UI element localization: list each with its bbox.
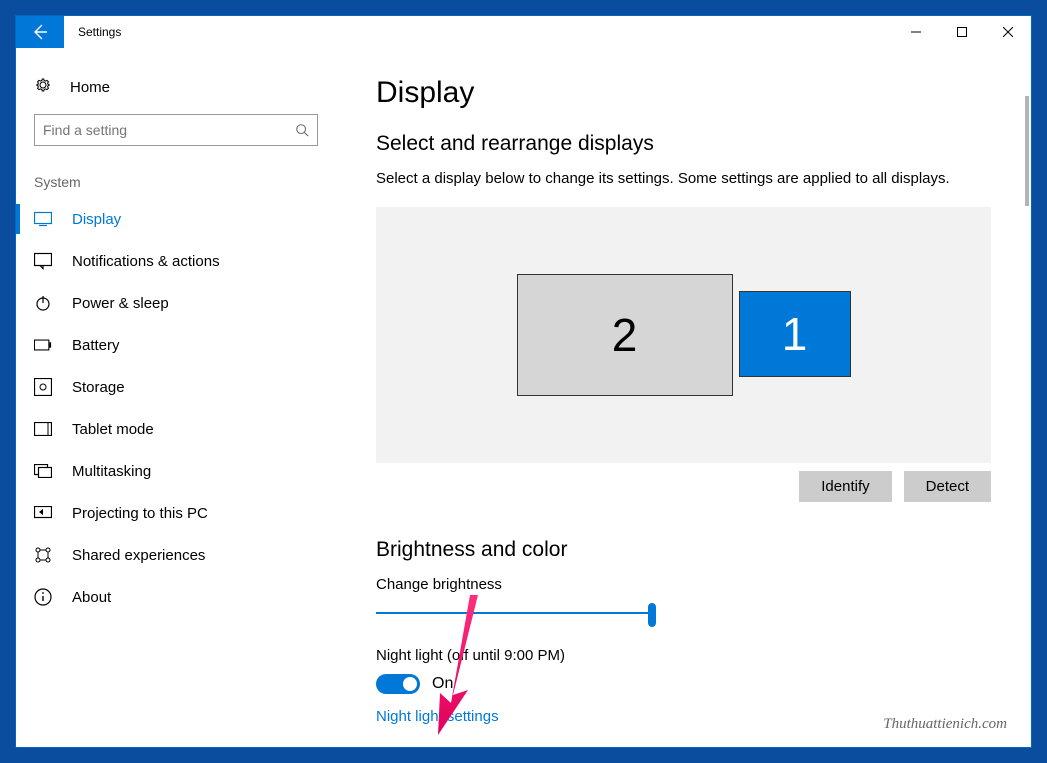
minimize-button[interactable] [893, 16, 939, 48]
multitasking-icon [34, 462, 52, 480]
sidebar-item-tablet[interactable]: Tablet mode [16, 408, 336, 450]
shared-icon [34, 546, 52, 564]
maximize-icon [957, 27, 967, 37]
search-icon [295, 123, 309, 137]
sidebar-item-battery[interactable]: Battery [16, 324, 336, 366]
titlebar: Settings [16, 16, 1031, 48]
sidebar-item-label: Projecting to this PC [72, 505, 208, 522]
sidebar-section-label: System [16, 164, 336, 198]
window-title: Settings [64, 16, 893, 48]
about-icon [34, 588, 52, 606]
display-arrange-area[interactable]: 2 1 [376, 207, 991, 463]
notifications-icon [34, 252, 52, 270]
sidebar-item-shared[interactable]: Shared experiences [16, 534, 336, 576]
sidebar-item-multitasking[interactable]: Multitasking [16, 450, 336, 492]
home-nav[interactable]: Home [16, 66, 336, 108]
search-input[interactable] [43, 122, 295, 138]
sidebar-item-power[interactable]: Power & sleep [16, 282, 336, 324]
page-title: Display [376, 76, 991, 110]
sidebar-item-label: About [72, 589, 111, 606]
storage-icon [34, 378, 52, 396]
toggle-state-label: On [432, 675, 453, 693]
back-button[interactable] [16, 16, 64, 48]
night-light-settings-link[interactable]: Night light settings [376, 708, 499, 725]
arrange-desc: Select a display below to change its set… [376, 170, 991, 187]
identify-button[interactable]: Identify [799, 471, 891, 502]
slider-thumb[interactable] [648, 603, 656, 627]
sidebar-item-display[interactable]: Display [16, 198, 336, 240]
tablet-icon [34, 420, 52, 438]
monitor-tile-2[interactable]: 2 [517, 274, 733, 396]
arrange-heading: Select and rearrange displays [376, 132, 991, 156]
sidebar-item-label: Shared experiences [72, 547, 205, 564]
sidebar-item-notifications[interactable]: Notifications & actions [16, 240, 336, 282]
settings-window: Settings Home System [15, 15, 1032, 748]
home-label: Home [70, 79, 110, 96]
main-panel: Display Select and rearrange displays Se… [336, 48, 1031, 747]
sidebar-item-label: Multitasking [72, 463, 151, 480]
night-light-toggle[interactable] [376, 674, 420, 694]
brightness-heading: Brightness and color [376, 538, 991, 562]
back-arrow-icon [30, 22, 50, 42]
sidebar-item-label: Display [72, 211, 121, 228]
power-icon [34, 294, 52, 312]
change-brightness-label: Change brightness [376, 576, 991, 593]
close-icon [1003, 27, 1013, 37]
minimize-icon [911, 27, 921, 37]
window-controls [893, 16, 1031, 48]
sidebar-item-label: Storage [72, 379, 125, 396]
sidebar-item-label: Battery [72, 337, 120, 354]
battery-icon [34, 336, 52, 354]
detect-button[interactable]: Detect [904, 471, 991, 502]
gear-icon [34, 76, 52, 98]
close-button[interactable] [985, 16, 1031, 48]
display-icon [34, 210, 52, 228]
projecting-icon [34, 504, 52, 522]
sidebar-item-label: Power & sleep [72, 295, 169, 312]
search-input-wrap[interactable] [34, 114, 318, 146]
sidebar-item-storage[interactable]: Storage [16, 366, 336, 408]
sidebar: Home System Display Notifications & acti… [16, 48, 336, 747]
sidebar-item-about[interactable]: About [16, 576, 336, 618]
slider-track [376, 612, 656, 614]
content: Home System Display Notifications & acti… [16, 48, 1031, 747]
monitor-tile-1[interactable]: 1 [739, 291, 851, 377]
brightness-slider[interactable] [376, 603, 656, 623]
scrollbar-thumb[interactable] [1025, 96, 1029, 206]
sidebar-item-projecting[interactable]: Projecting to this PC [16, 492, 336, 534]
night-light-label: Night light (off until 9:00 PM) [376, 647, 991, 664]
watermark: Thuthuattienich.com [883, 716, 1007, 733]
sidebar-item-label: Notifications & actions [72, 253, 220, 270]
maximize-button[interactable] [939, 16, 985, 48]
sidebar-item-label: Tablet mode [72, 421, 154, 438]
